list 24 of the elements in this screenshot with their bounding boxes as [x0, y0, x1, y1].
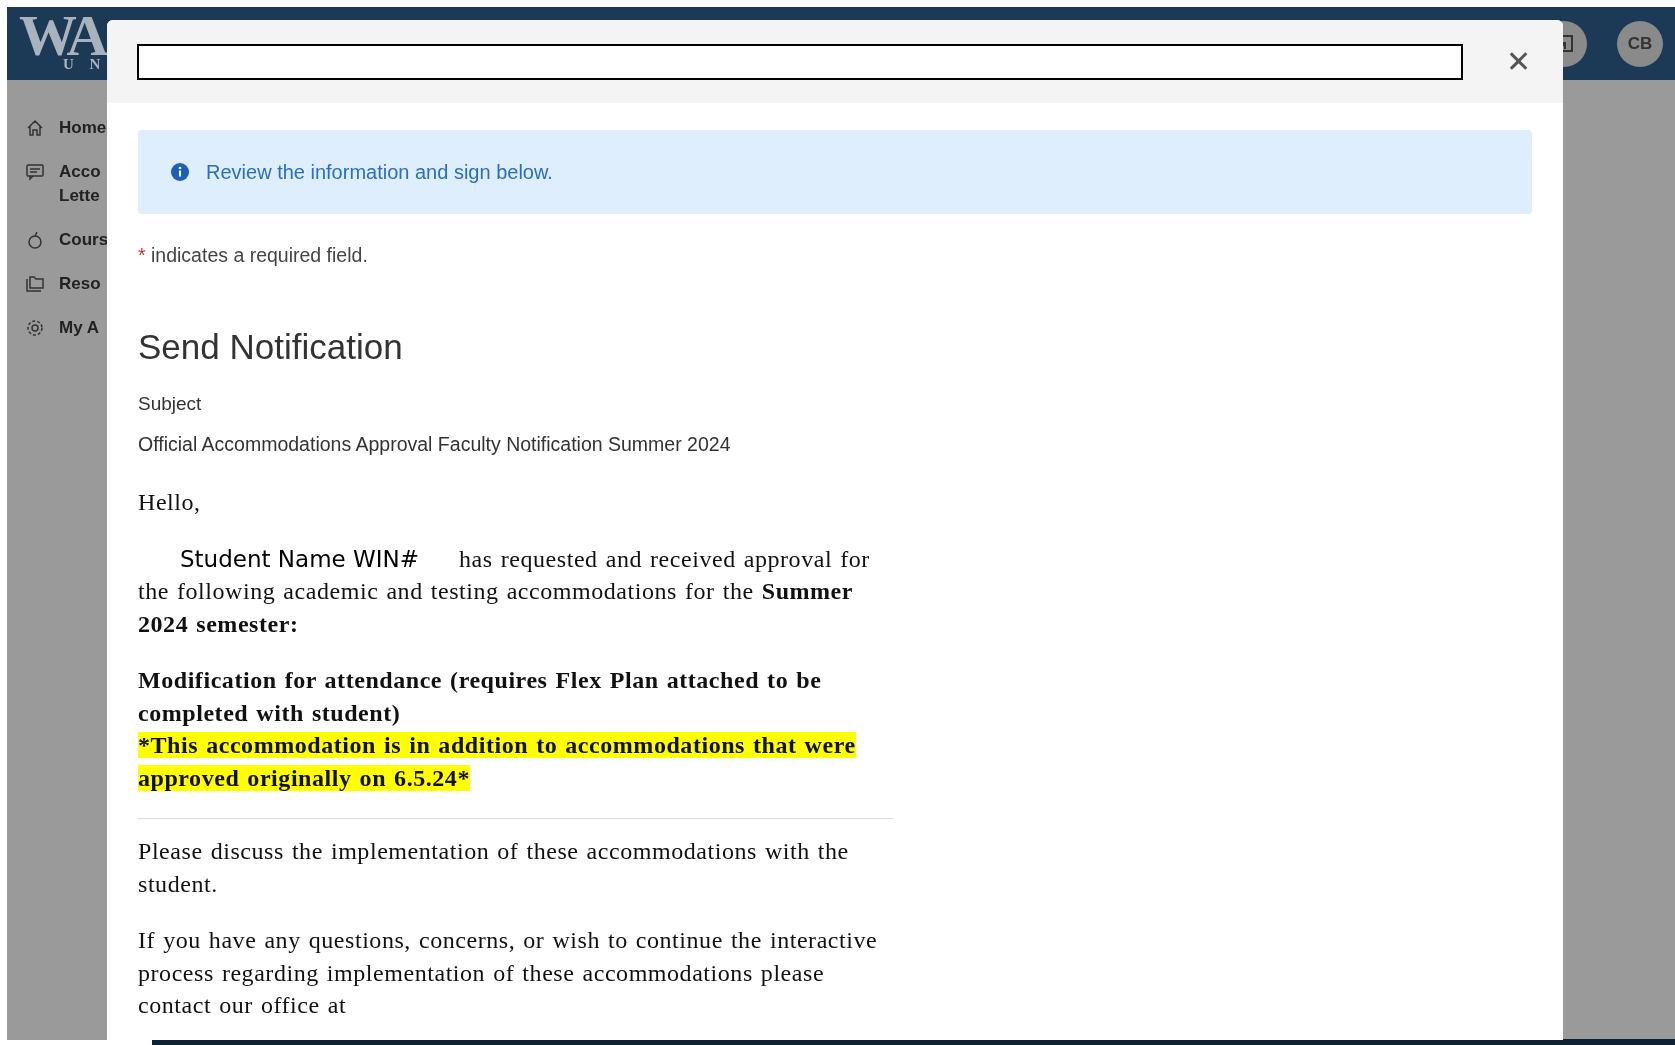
apple-icon: [25, 230, 45, 250]
message-icon: [25, 162, 45, 182]
body-paragraph: Student Name WIN# has requested and received approval for the following academic and testing accommodations for the Summer 2024 semester:: [138, 544, 871, 639]
body-paragraph: Please discuss the implementation of these accommodations with the student.: [138, 837, 850, 899]
close-button[interactable]: ✕: [1503, 46, 1533, 77]
body-paragraph: If you have any questions, concerns, or wish to continue the interactive process regarding implementation of these accommodations please contact our office at: [138, 926, 879, 1020]
user-avatar[interactable]: CB: [1617, 20, 1663, 67]
sidebar-item[interactable]: Acco Lette: [25, 160, 105, 208]
accommodation-text: Modification for attendance (requires Flex Plan attached to be completed with student): [138, 666, 823, 728]
info-icon: [170, 162, 190, 182]
sidebar-item[interactable]: Home: [25, 116, 105, 140]
required-note: * indicates a required field.: [138, 244, 369, 267]
highlighted-note: *This accommodation is in addition to accommodations that were approved originally on 6.5.24*: [138, 731, 857, 793]
folder-icon: [25, 274, 45, 294]
info-text: Review the information and sign below.: [206, 160, 553, 184]
subject-label: Subject: [138, 393, 203, 415]
section-heading: Send Notification: [138, 327, 404, 367]
gear-icon: [25, 318, 45, 338]
subject-value: Official Accommodations Approval Faculty Notification Summer 2024: [138, 433, 732, 456]
home-icon: [25, 118, 45, 138]
greeting-text: Hello,: [138, 488, 202, 517]
sidebar-item[interactable]: Reso: [25, 272, 105, 296]
sidebar-item[interactable]: My A: [25, 316, 105, 340]
sidebar-item[interactable]: Cours: [25, 228, 105, 252]
